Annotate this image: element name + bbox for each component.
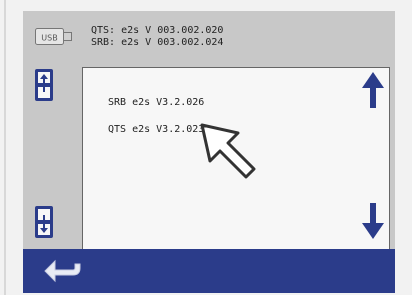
list-item-label: SRB e2s V3.2.026 bbox=[108, 97, 205, 108]
back-arrow-icon[interactable] bbox=[43, 258, 83, 284]
module-stack-icon[interactable] bbox=[34, 68, 54, 102]
version-info: QTS: e2s V 003.002.020 SRB: e2s V 003.00… bbox=[91, 25, 223, 49]
list-item[interactable]: SRB e2s V3.2.026 bbox=[108, 97, 204, 108]
arrow-down-icon[interactable] bbox=[360, 201, 386, 241]
frame-edge bbox=[4, 0, 6, 295]
usb-drive-icon: USB bbox=[35, 28, 72, 45]
footer-bar bbox=[23, 249, 395, 293]
list-item-label: QTS e2s V3.2.023 bbox=[108, 124, 205, 135]
usb-label: USB bbox=[41, 34, 57, 43]
qts-version-line: QTS: e2s V 003.002.020 bbox=[91, 25, 224, 36]
arrow-up-icon[interactable] bbox=[360, 70, 386, 110]
srb-version-line: SRB: e2s V 003.002.024 bbox=[91, 37, 224, 48]
pointer-arrow-icon bbox=[200, 123, 256, 179]
list-item[interactable]: QTS e2s V3.2.023 bbox=[108, 124, 204, 135]
module-stack-icon[interactable] bbox=[34, 205, 54, 239]
